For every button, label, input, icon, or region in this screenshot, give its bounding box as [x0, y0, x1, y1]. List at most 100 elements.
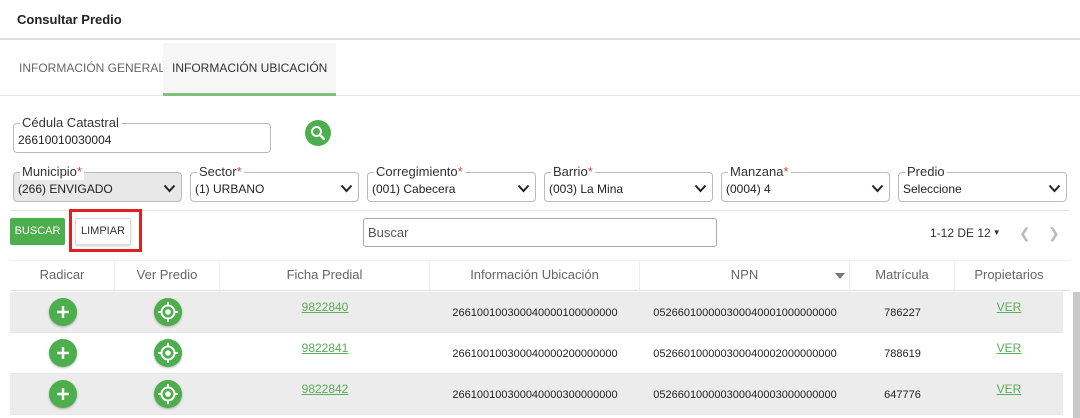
chevron-down-icon	[871, 184, 884, 193]
table-search-field[interactable]	[363, 218, 717, 247]
propietarios-cell: VER	[955, 374, 1063, 415]
main-panel: INFORMACIÓN GENERAL INFORMACIÓN UBICACIÓ…	[0, 40, 1080, 418]
locate-icon[interactable]	[153, 380, 182, 408]
ver-propietarios-link[interactable]: VER	[955, 300, 1063, 314]
predio-select[interactable]: Predio Seleccione	[898, 164, 1067, 202]
municipio-label: Municipio	[22, 164, 77, 179]
ubicacion-value: 266100100300040000200000000	[452, 348, 618, 360]
next-page-icon[interactable]: ❯	[1048, 225, 1060, 242]
add-icon[interactable]	[48, 339, 77, 367]
table-row: 9822842 266100100300040000300000000 0526…	[10, 374, 1063, 415]
matricula-cell: 786227	[850, 292, 955, 333]
tab-informacion-general[interactable]: INFORMACIÓN GENERAL	[10, 43, 174, 96]
radicar-cell	[10, 374, 115, 415]
ficha-predial-cell: 9822841	[220, 333, 430, 374]
npn-cell: 052660100000300040003000000000	[640, 374, 850, 415]
page-title: Consultar Predio	[17, 12, 122, 27]
npn-header-label: NPN	[730, 267, 759, 282]
ver-propietarios-link[interactable]: VER	[955, 382, 1063, 396]
ubicacion-value: 266100100300040000100000000	[452, 307, 618, 319]
column-header-radicar[interactable]: Radicar	[10, 261, 115, 292]
cedula-catastral-field[interactable]: Cédula Catastral 26610010030004	[13, 115, 271, 153]
search-icon[interactable]	[305, 120, 331, 146]
required-marker: *	[236, 164, 242, 179]
table-row: 9822840 266100100300040000100000000 0526…	[10, 292, 1063, 333]
sector-label: Sector	[199, 164, 237, 179]
ficha-predial-cell: 9822842	[220, 374, 430, 415]
matricula-value: 647776	[884, 389, 921, 401]
matricula-value: 788619	[884, 348, 921, 360]
pager-range: 1-12 DE 12	[930, 226, 991, 240]
chevron-down-icon	[340, 184, 353, 193]
predio-label: Predio	[905, 164, 947, 180]
page-size-selector[interactable]: 1-12 DE 12 ▼	[930, 226, 1001, 240]
table-search-input[interactable]	[364, 219, 716, 246]
required-marker: *	[783, 164, 789, 179]
barrio-select[interactable]: Barrio* (003) La Mina	[544, 164, 713, 202]
prev-page-icon[interactable]: ❮	[1019, 225, 1031, 242]
ficha-predial-link[interactable]: 9822840	[220, 300, 430, 314]
column-header-ver-predio[interactable]: Ver Predio	[115, 261, 220, 292]
propietarios-cell: VER	[955, 292, 1063, 333]
corregimiento-label: Corregimiento	[376, 164, 458, 179]
npn-cell: 052660100000300040002000000000	[640, 333, 850, 374]
top-bar: Consultar Predio	[0, 0, 1080, 40]
table-body: 9822840 266100100300040000100000000 0526…	[10, 292, 1070, 418]
chevron-down-icon	[163, 184, 176, 193]
cedula-catastral-value: 26610010030004	[18, 133, 112, 147]
highlight-box	[69, 209, 142, 252]
chevron-down-icon	[517, 184, 530, 193]
cedula-catastral-label: Cédula Catastral	[20, 115, 121, 131]
column-header-propietarios[interactable]: Propietarios	[955, 261, 1063, 292]
divider	[10, 210, 1070, 211]
municipio-select[interactable]: Municipio* (266) ENVIGADO	[13, 164, 182, 202]
column-header-ficha-predial[interactable]: Ficha Predial	[220, 261, 430, 292]
manzana-label: Manzana	[730, 164, 784, 179]
add-icon[interactable]	[48, 380, 77, 408]
chevron-down-icon	[694, 184, 707, 193]
informacion-ubicacion-cell: 266100100300040000300000000	[430, 374, 640, 415]
radicar-cell	[10, 292, 115, 333]
add-icon[interactable]	[48, 298, 77, 326]
ficha-predial-link[interactable]: 9822842	[220, 382, 430, 396]
column-header-matricula[interactable]: Matrícula	[850, 261, 955, 292]
matricula-cell: 788619	[850, 333, 955, 374]
ver-predio-cell	[115, 292, 220, 333]
npn-value: 052660100000300040003000000000	[653, 389, 837, 401]
npn-cell: 052660100000300040001000000000	[640, 292, 850, 333]
radicar-cell	[10, 333, 115, 374]
buscar-button[interactable]: BUSCAR	[10, 218, 65, 245]
chevron-down-icon	[1048, 184, 1061, 193]
column-header-npn[interactable]: NPN	[640, 261, 850, 292]
matricula-value: 786227	[884, 307, 921, 319]
required-marker: *	[76, 164, 82, 179]
required-marker: *	[457, 164, 463, 179]
barrio-label: Barrio	[553, 164, 588, 179]
predio-value: Seleccione	[903, 182, 962, 196]
municipio-value: (266) ENVIGADO	[18, 182, 113, 196]
caret-down-icon: ▼	[992, 228, 1001, 237]
npn-value: 052660100000300040001000000000	[653, 307, 837, 319]
manzana-select[interactable]: Manzana* (0004) 4	[721, 164, 890, 202]
locate-icon[interactable]	[153, 298, 182, 326]
ficha-predial-cell: 9822840	[220, 292, 430, 333]
tab-informacion-ubicacion[interactable]: INFORMACIÓN UBICACIÓN	[163, 43, 337, 96]
table-scrollbar[interactable]	[1073, 292, 1080, 418]
ficha-predial-link[interactable]: 9822841	[220, 341, 430, 355]
corregimiento-select[interactable]: Corregimiento* (001) Cabecera	[367, 164, 536, 202]
ubicacion-value: 266100100300040000300000000	[452, 389, 618, 401]
ver-propietarios-link[interactable]: VER	[955, 341, 1063, 355]
informacion-ubicacion-cell: 266100100300040000100000000	[430, 292, 640, 333]
propietarios-cell: VER	[955, 333, 1063, 374]
table-row: 9822841 266100100300040000200000000 0526…	[10, 333, 1063, 374]
tab-bar: INFORMACIÓN GENERAL INFORMACIÓN UBICACIÓ…	[0, 40, 1080, 96]
matricula-cell: 647776	[850, 374, 955, 415]
corregimiento-value: (001) Cabecera	[372, 182, 456, 196]
sector-select[interactable]: Sector* (1) URBANO	[190, 164, 359, 202]
npn-value: 052660100000300040002000000000	[653, 348, 837, 360]
sort-down-icon	[835, 273, 845, 279]
sector-value: (1) URBANO	[195, 182, 265, 196]
ver-predio-cell	[115, 333, 220, 374]
locate-icon[interactable]	[153, 339, 182, 367]
column-header-informacion-ubicacion[interactable]: Información Ubicación	[430, 261, 640, 292]
